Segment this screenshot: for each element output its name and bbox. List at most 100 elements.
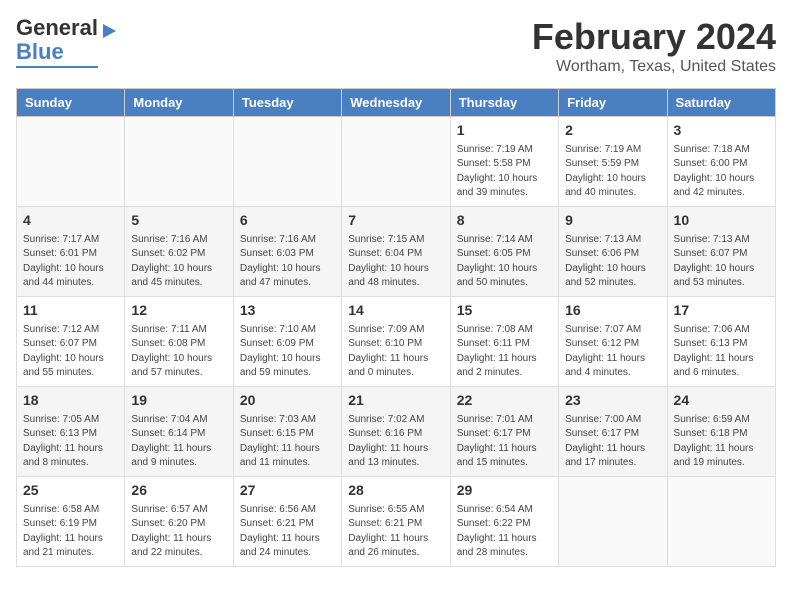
day-number: 28 [348, 481, 443, 501]
calendar-cell: 10Sunrise: 7:13 AM Sunset: 6:07 PM Dayli… [667, 207, 775, 297]
calendar-week-row: 18Sunrise: 7:05 AM Sunset: 6:13 PM Dayli… [17, 387, 776, 477]
day-info: Sunrise: 6:59 AM Sunset: 6:18 PM Dayligh… [674, 413, 769, 471]
day-number: 9 [565, 211, 660, 231]
page-header: General Blue February 2024 Wortham, Texa… [16, 16, 776, 76]
calendar-cell: 24Sunrise: 6:59 AM Sunset: 6:18 PM Dayli… [667, 387, 775, 477]
main-title: February 2024 [532, 16, 776, 58]
header-sunday: Sunday [17, 89, 125, 117]
calendar-cell: 6Sunrise: 7:16 AM Sunset: 6:03 PM Daylig… [233, 207, 341, 297]
calendar-cell [559, 477, 667, 567]
calendar-cell [125, 117, 233, 207]
day-number: 3 [674, 121, 769, 141]
header-wednesday: Wednesday [342, 89, 450, 117]
logo-general: General [16, 15, 98, 40]
calendar-week-row: 4Sunrise: 7:17 AM Sunset: 6:01 PM Daylig… [17, 207, 776, 297]
logo-blue: Blue [16, 39, 64, 64]
header-saturday: Saturday [667, 89, 775, 117]
day-info: Sunrise: 7:17 AM Sunset: 6:01 PM Dayligh… [23, 233, 118, 291]
day-info: Sunrise: 7:01 AM Sunset: 6:17 PM Dayligh… [457, 413, 552, 471]
calendar-table: SundayMondayTuesdayWednesdayThursdayFrid… [16, 88, 776, 567]
day-info: Sunrise: 6:56 AM Sunset: 6:21 PM Dayligh… [240, 503, 335, 561]
day-number: 1 [457, 121, 552, 141]
day-number: 21 [348, 391, 443, 411]
calendar-cell: 23Sunrise: 7:00 AM Sunset: 6:17 PM Dayli… [559, 387, 667, 477]
day-number: 24 [674, 391, 769, 411]
day-number: 20 [240, 391, 335, 411]
calendar-header-row: SundayMondayTuesdayWednesdayThursdayFrid… [17, 89, 776, 117]
day-info: Sunrise: 7:18 AM Sunset: 6:00 PM Dayligh… [674, 143, 769, 201]
day-info: Sunrise: 7:04 AM Sunset: 6:14 PM Dayligh… [131, 413, 226, 471]
day-info: Sunrise: 7:13 AM Sunset: 6:06 PM Dayligh… [565, 233, 660, 291]
calendar-cell: 12Sunrise: 7:11 AM Sunset: 6:08 PM Dayli… [125, 297, 233, 387]
day-number: 14 [348, 301, 443, 321]
day-info: Sunrise: 7:15 AM Sunset: 6:04 PM Dayligh… [348, 233, 443, 291]
title-block: February 2024 Wortham, Texas, United Sta… [532, 16, 776, 76]
day-info: Sunrise: 7:09 AM Sunset: 6:10 PM Dayligh… [348, 323, 443, 381]
day-info: Sunrise: 6:55 AM Sunset: 6:21 PM Dayligh… [348, 503, 443, 561]
day-info: Sunrise: 7:05 AM Sunset: 6:13 PM Dayligh… [23, 413, 118, 471]
calendar-cell: 15Sunrise: 7:08 AM Sunset: 6:11 PM Dayli… [450, 297, 558, 387]
day-number: 2 [565, 121, 660, 141]
day-info: Sunrise: 7:08 AM Sunset: 6:11 PM Dayligh… [457, 323, 552, 381]
header-monday: Monday [125, 89, 233, 117]
calendar-week-row: 25Sunrise: 6:58 AM Sunset: 6:19 PM Dayli… [17, 477, 776, 567]
day-number: 23 [565, 391, 660, 411]
day-number: 29 [457, 481, 552, 501]
day-number: 16 [565, 301, 660, 321]
calendar-cell [342, 117, 450, 207]
calendar-cell [17, 117, 125, 207]
calendar-cell [667, 477, 775, 567]
day-number: 4 [23, 211, 118, 231]
logo-underline [16, 66, 98, 68]
day-info: Sunrise: 7:10 AM Sunset: 6:09 PM Dayligh… [240, 323, 335, 381]
day-number: 26 [131, 481, 226, 501]
day-info: Sunrise: 7:16 AM Sunset: 6:03 PM Dayligh… [240, 233, 335, 291]
day-number: 15 [457, 301, 552, 321]
day-number: 8 [457, 211, 552, 231]
calendar-week-row: 1Sunrise: 7:19 AM Sunset: 5:58 PM Daylig… [17, 117, 776, 207]
calendar-cell: 26Sunrise: 6:57 AM Sunset: 6:20 PM Dayli… [125, 477, 233, 567]
calendar-cell: 27Sunrise: 6:56 AM Sunset: 6:21 PM Dayli… [233, 477, 341, 567]
calendar-cell: 9Sunrise: 7:13 AM Sunset: 6:06 PM Daylig… [559, 207, 667, 297]
day-number: 7 [348, 211, 443, 231]
day-number: 6 [240, 211, 335, 231]
logo-arrow-icon [103, 24, 116, 38]
header-thursday: Thursday [450, 89, 558, 117]
day-number: 19 [131, 391, 226, 411]
calendar-cell: 21Sunrise: 7:02 AM Sunset: 6:16 PM Dayli… [342, 387, 450, 477]
calendar-cell: 4Sunrise: 7:17 AM Sunset: 6:01 PM Daylig… [17, 207, 125, 297]
calendar-cell: 29Sunrise: 6:54 AM Sunset: 6:22 PM Dayli… [450, 477, 558, 567]
day-number: 11 [23, 301, 118, 321]
day-number: 12 [131, 301, 226, 321]
calendar-cell: 14Sunrise: 7:09 AM Sunset: 6:10 PM Dayli… [342, 297, 450, 387]
day-info: Sunrise: 7:11 AM Sunset: 6:08 PM Dayligh… [131, 323, 226, 381]
day-number: 17 [674, 301, 769, 321]
calendar-cell: 20Sunrise: 7:03 AM Sunset: 6:15 PM Dayli… [233, 387, 341, 477]
calendar-cell: 28Sunrise: 6:55 AM Sunset: 6:21 PM Dayli… [342, 477, 450, 567]
day-info: Sunrise: 7:06 AM Sunset: 6:13 PM Dayligh… [674, 323, 769, 381]
calendar-cell: 7Sunrise: 7:15 AM Sunset: 6:04 PM Daylig… [342, 207, 450, 297]
day-info: Sunrise: 7:02 AM Sunset: 6:16 PM Dayligh… [348, 413, 443, 471]
calendar-cell: 1Sunrise: 7:19 AM Sunset: 5:58 PM Daylig… [450, 117, 558, 207]
day-number: 25 [23, 481, 118, 501]
day-info: Sunrise: 7:19 AM Sunset: 5:59 PM Dayligh… [565, 143, 660, 201]
calendar-cell: 18Sunrise: 7:05 AM Sunset: 6:13 PM Dayli… [17, 387, 125, 477]
day-info: Sunrise: 7:03 AM Sunset: 6:15 PM Dayligh… [240, 413, 335, 471]
calendar-cell: 8Sunrise: 7:14 AM Sunset: 6:05 PM Daylig… [450, 207, 558, 297]
day-info: Sunrise: 7:07 AM Sunset: 6:12 PM Dayligh… [565, 323, 660, 381]
header-tuesday: Tuesday [233, 89, 341, 117]
logo: General Blue [16, 16, 98, 68]
day-info: Sunrise: 6:58 AM Sunset: 6:19 PM Dayligh… [23, 503, 118, 561]
day-number: 27 [240, 481, 335, 501]
day-number: 13 [240, 301, 335, 321]
day-info: Sunrise: 7:00 AM Sunset: 6:17 PM Dayligh… [565, 413, 660, 471]
day-number: 10 [674, 211, 769, 231]
calendar-cell: 3Sunrise: 7:18 AM Sunset: 6:00 PM Daylig… [667, 117, 775, 207]
calendar-cell: 25Sunrise: 6:58 AM Sunset: 6:19 PM Dayli… [17, 477, 125, 567]
day-number: 22 [457, 391, 552, 411]
subtitle: Wortham, Texas, United States [532, 58, 776, 76]
calendar-cell: 22Sunrise: 7:01 AM Sunset: 6:17 PM Dayli… [450, 387, 558, 477]
day-info: Sunrise: 7:19 AM Sunset: 5:58 PM Dayligh… [457, 143, 552, 201]
calendar-cell [233, 117, 341, 207]
day-info: Sunrise: 7:13 AM Sunset: 6:07 PM Dayligh… [674, 233, 769, 291]
